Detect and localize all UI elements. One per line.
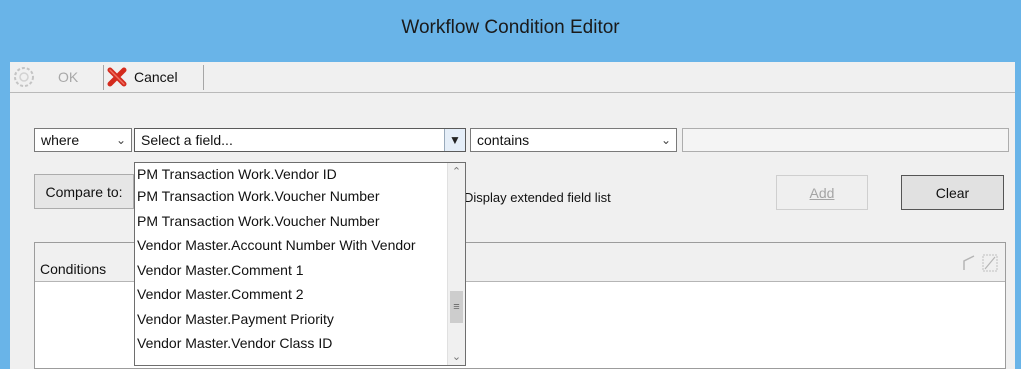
scrollbar-thumb[interactable]: ≡: [450, 291, 463, 323]
where-value: where: [41, 132, 80, 148]
compare-to-button[interactable]: Compare to:: [34, 174, 134, 209]
clear-label: Clear: [935, 184, 970, 201]
add-label: Add: [809, 184, 835, 201]
ok-button[interactable]: OK: [10, 62, 102, 92]
clear-button[interactable]: Clear: [901, 175, 1004, 210]
toolbar-separator: [103, 65, 104, 90]
chevron-down-icon[interactable]: ⌄: [656, 129, 676, 151]
dropdown-item[interactable]: Vendor Master.Account Number With Vendor: [135, 234, 451, 257]
dropdown-scrollbar[interactable]: ⌃ ≡ ⌄: [447, 163, 465, 365]
dropdown-item[interactable]: PM Transaction Work.Voucher Number: [135, 210, 451, 233]
dropdown-item[interactable]: Vendor Master.Payment Priority: [135, 308, 451, 331]
where-select[interactable]: where ⌄: [34, 128, 132, 152]
chevron-down-icon[interactable]: ⌄: [111, 129, 131, 151]
field-select[interactable]: Select a field... ▼: [134, 128, 466, 152]
field-dropdown-list[interactable]: PM Transaction Work.Vendor ID PM Transac…: [134, 162, 466, 366]
window-frame-right: [1015, 62, 1021, 369]
ok-icon: [14, 67, 34, 87]
title-bar: Workflow Condition Editor: [0, 0, 1021, 62]
dropdown-item[interactable]: Vendor Master.Comment 1: [135, 259, 451, 282]
cancel-icon: [107, 67, 127, 87]
window-frame-left: [0, 62, 10, 369]
scroll-down-icon[interactable]: ⌄: [448, 348, 465, 365]
operator-value: contains: [477, 132, 530, 148]
cancel-button[interactable]: Cancel: [106, 62, 202, 92]
editor-window: OK Cancel where ⌄ Select a field... ▼ co…: [10, 62, 1015, 369]
value-input[interactable]: [682, 128, 1009, 152]
operator-select[interactable]: contains ⌄: [470, 128, 677, 152]
dropdown-item[interactable]: Vendor Master.Comment 2: [135, 283, 451, 306]
conditions-label: Conditions: [40, 261, 107, 277]
extended-field-list-label[interactable]: Display extended field list: [464, 190, 611, 205]
field-value: Select a field...: [141, 132, 233, 148]
cancel-label: Cancel: [134, 69, 178, 85]
resize-icon[interactable]: [961, 253, 979, 273]
toolbar-separator: [203, 65, 204, 90]
expand-icon[interactable]: [981, 253, 999, 273]
scroll-up-icon[interactable]: ⌃: [448, 163, 465, 180]
toolbar: OK Cancel: [10, 62, 1015, 93]
add-button[interactable]: Add: [776, 175, 868, 210]
chevron-down-icon[interactable]: ▼: [444, 129, 465, 151]
ok-label: OK: [58, 69, 79, 85]
dropdown-item[interactable]: PM Transaction Work.Voucher Number: [135, 185, 451, 208]
dropdown-item[interactable]: Vendor Master.Vendor Class ID: [135, 332, 451, 355]
window-title: Workflow Condition Editor: [401, 17, 620, 38]
dropdown-item[interactable]: PM Transaction Work.Vendor ID: [135, 163, 451, 186]
